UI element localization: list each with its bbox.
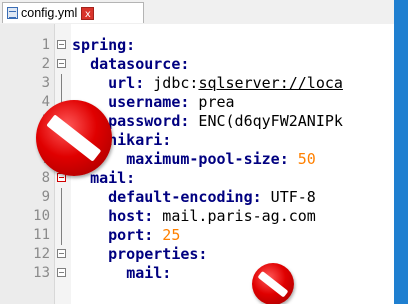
yaml-key: default-encoding: [108, 188, 262, 206]
code-line[interactable]: 2 datasource: [0, 55, 394, 74]
code-text: host: mail.paris-ag.com [72, 207, 316, 226]
fold-guide [61, 207, 62, 226]
fold-guide [61, 226, 62, 245]
yaml-key: properties: [108, 245, 208, 263]
code-line[interactable]: 9 default-encoding: UTF-8 [0, 188, 394, 207]
editor-window: config.yml x 1 spring: 2 datasource: 3 url:… [0, 0, 394, 304]
yaml-key: hikari: [108, 131, 172, 149]
line-number: 12 [33, 246, 50, 262]
code-line[interactable]: 3 url: jdbc:sqlserver://loca [0, 74, 394, 93]
code-text: port: 25 [72, 226, 180, 245]
code-text: datasource: [72, 55, 189, 74]
line-number: 3 [41, 75, 50, 91]
code-line[interactable]: 12 properties: [0, 245, 394, 264]
close-icon[interactable]: x [81, 6, 95, 20]
code-line[interactable]: 1 spring: [0, 36, 394, 55]
yaml-value: prea [189, 93, 235, 111]
code-line[interactable]: 11 port: 25 [0, 226, 394, 245]
code-text: default-encoding: UTF-8 [72, 188, 316, 207]
yaml-key: url: [108, 74, 145, 92]
yaml-key: password: [108, 112, 190, 130]
yaml-key: maximum-pool-size: [126, 150, 289, 168]
code-line[interactable]: 13 mail: [0, 264, 394, 283]
fold-toggle-icon[interactable] [57, 40, 66, 49]
line-number: 11 [33, 227, 50, 243]
yaml-value: mail.paris-ag.com [153, 207, 316, 225]
yaml-key: username: [108, 93, 190, 111]
yaml-value: UTF-8 [261, 188, 316, 206]
code-editor[interactable]: 1 spring: 2 datasource: 3 url: jdbc:sqlserv… [0, 24, 394, 304]
code-text: password: ENC(d6qyFW2ANIPk [72, 112, 343, 131]
no-entry-icon [252, 263, 294, 304]
yaml-value: jdbc:sqlserver://loca [144, 74, 343, 92]
fold-guide [61, 188, 62, 207]
tab-label: config.yml [21, 6, 78, 20]
yaml-value: 25 [153, 226, 181, 244]
tab-config-yml[interactable]: config.yml x [2, 2, 144, 23]
fold-toggle-icon[interactable] [57, 268, 66, 277]
yaml-key: mail: [90, 169, 136, 187]
yaml-key: host: [108, 207, 154, 225]
code-text: mail: [72, 264, 171, 283]
line-number: 9 [41, 189, 50, 205]
code-text: properties: [72, 245, 207, 264]
no-entry-icon [36, 100, 112, 176]
code-text: url: jdbc:sqlserver://loca [72, 74, 343, 93]
yaml-key: mail: [126, 264, 172, 282]
yaml-key: datasource: [90, 55, 190, 73]
fold-guide [61, 74, 62, 93]
fold-toggle-icon[interactable] [57, 59, 66, 68]
yaml-key: spring: [72, 36, 136, 54]
line-number: 13 [33, 265, 50, 281]
line-number: 1 [41, 37, 50, 53]
line-number: 10 [33, 208, 50, 224]
line-number: 4 [41, 94, 50, 110]
code-line[interactable]: 10 host: mail.paris-ag.com [0, 207, 394, 226]
yaml-key: port: [108, 226, 154, 244]
file-icon [7, 7, 18, 19]
line-number: 8 [41, 170, 50, 186]
yaml-value: 50 [288, 150, 316, 168]
tab-bar: config.yml x [0, 0, 394, 24]
yaml-value: ENC(d6qyFW2ANIPk [189, 112, 343, 130]
code-text: spring: [72, 36, 135, 55]
url-link[interactable]: sqlserver://loca [198, 74, 343, 92]
fold-toggle-icon[interactable] [57, 249, 66, 258]
line-number: 2 [41, 56, 50, 72]
